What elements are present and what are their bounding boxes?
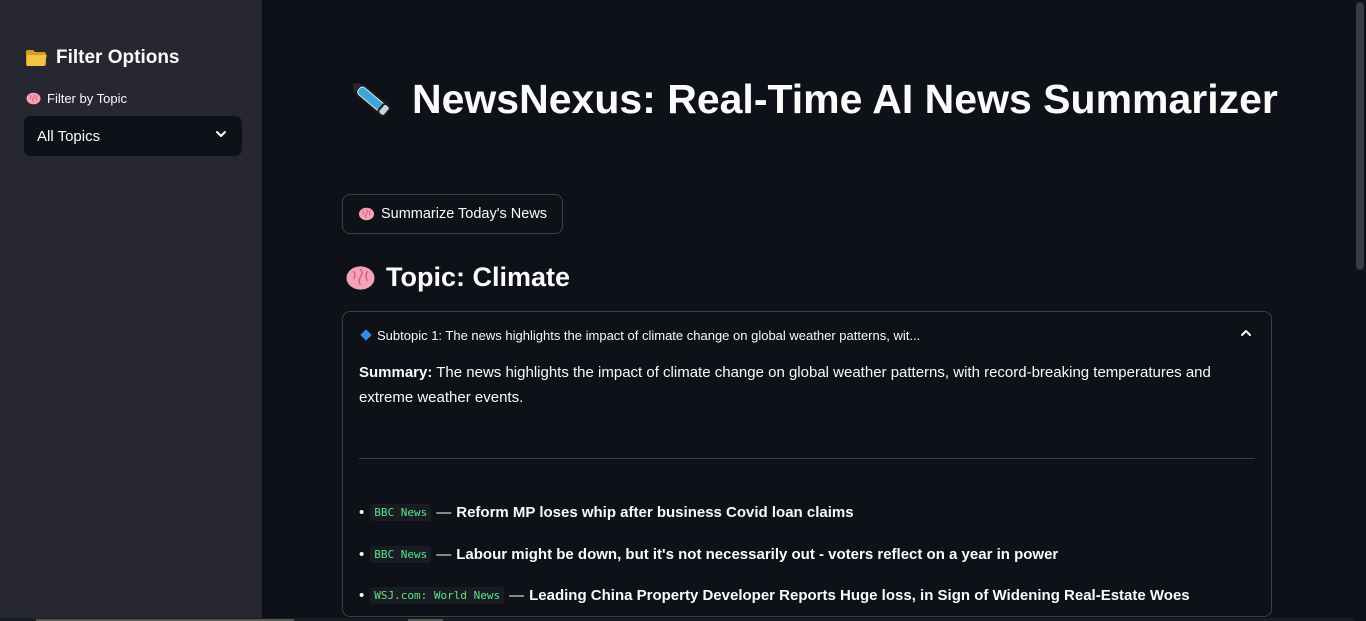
news-source: WSJ.com: World News — [370, 587, 505, 605]
summarize-button-label: Summarize Today's News — [380, 206, 548, 222]
brain-icon — [358, 207, 375, 221]
filter-label-text: Filter by Topic — [47, 91, 127, 106]
separator-dash: — — [436, 504, 452, 522]
news-source: BBC News — [370, 504, 432, 522]
list-item: • WSJ.com: World News — Leading China Pr… — [359, 575, 1249, 616]
blue-diamond-icon — [360, 329, 372, 341]
summarize-button[interactable]: Summarize Today's News — [342, 194, 563, 234]
list-item: • BBC News — Labour might be down, but i… — [359, 534, 1249, 576]
summary-paragraph: Summary: The news highlights the impact … — [359, 360, 1229, 410]
app-window: Filter Options Filter by Topic All Topic… — [0, 0, 1366, 621]
news-headline: Reform MP loses whip after business Covi… — [456, 504, 854, 522]
bullet: • — [359, 545, 365, 563]
summary-label: Summary: — [359, 364, 433, 381]
summary-text: The news highlights the impact of climat… — [359, 364, 1211, 406]
divider — [359, 458, 1255, 459]
brain-icon — [345, 265, 376, 291]
chevron-up-icon[interactable] — [1239, 326, 1253, 345]
expander-header[interactable]: Subtopic 1: The news highlights the impa… — [343, 312, 1271, 358]
separator-dash: — — [436, 545, 452, 563]
topic-heading-text: Topic: Climate — [386, 262, 571, 292]
filter-label: Filter by Topic — [26, 91, 127, 106]
vertical-scrollbar[interactable] — [1354, 0, 1366, 621]
topic-heading: Topic: Climate — [345, 262, 570, 293]
bullet: • — [359, 587, 365, 605]
sidebar-heading-text: Filter Options — [56, 47, 180, 68]
news-list: • BBC News — Reform MP loses whip after … — [359, 492, 1249, 616]
brain-icon — [26, 92, 41, 105]
news-headline: Labour might be down, but it's not neces… — [456, 545, 1059, 563]
page-title: NewsNexus: Real-Time AI News Summarizer — [344, 72, 1278, 126]
page-title-text: NewsNexus: Real-Time AI News Summarizer — [412, 75, 1278, 122]
sidebar: Filter Options Filter by Topic All Topic… — [0, 0, 262, 621]
topic-select-value: All Topics — [37, 127, 101, 145]
news-headline: Leading China Property Developer Reports… — [529, 587, 1190, 605]
news-source: BBC News — [370, 545, 432, 563]
main-content: NewsNexus: Real-Time AI News Summarizer … — [262, 0, 1354, 621]
chevron-down-icon — [214, 127, 228, 145]
list-item: • BBC News — Reform MP loses whip after … — [359, 492, 1249, 534]
separator-dash: — — [509, 587, 525, 605]
expander-title-text: Subtopic 1: The news highlights the impa… — [377, 327, 921, 343]
folder-icon — [25, 49, 47, 67]
pen-icon — [344, 72, 398, 126]
topic-select[interactable]: All Topics — [24, 116, 242, 156]
subtopic-expander: Subtopic 1: The news highlights the impa… — [342, 311, 1272, 617]
expander-title: Subtopic 1: The news highlights the impa… — [360, 327, 921, 343]
bullet: • — [359, 504, 365, 522]
scrollbar-thumb[interactable] — [1356, 2, 1364, 270]
sidebar-heading: Filter Options — [25, 47, 180, 69]
